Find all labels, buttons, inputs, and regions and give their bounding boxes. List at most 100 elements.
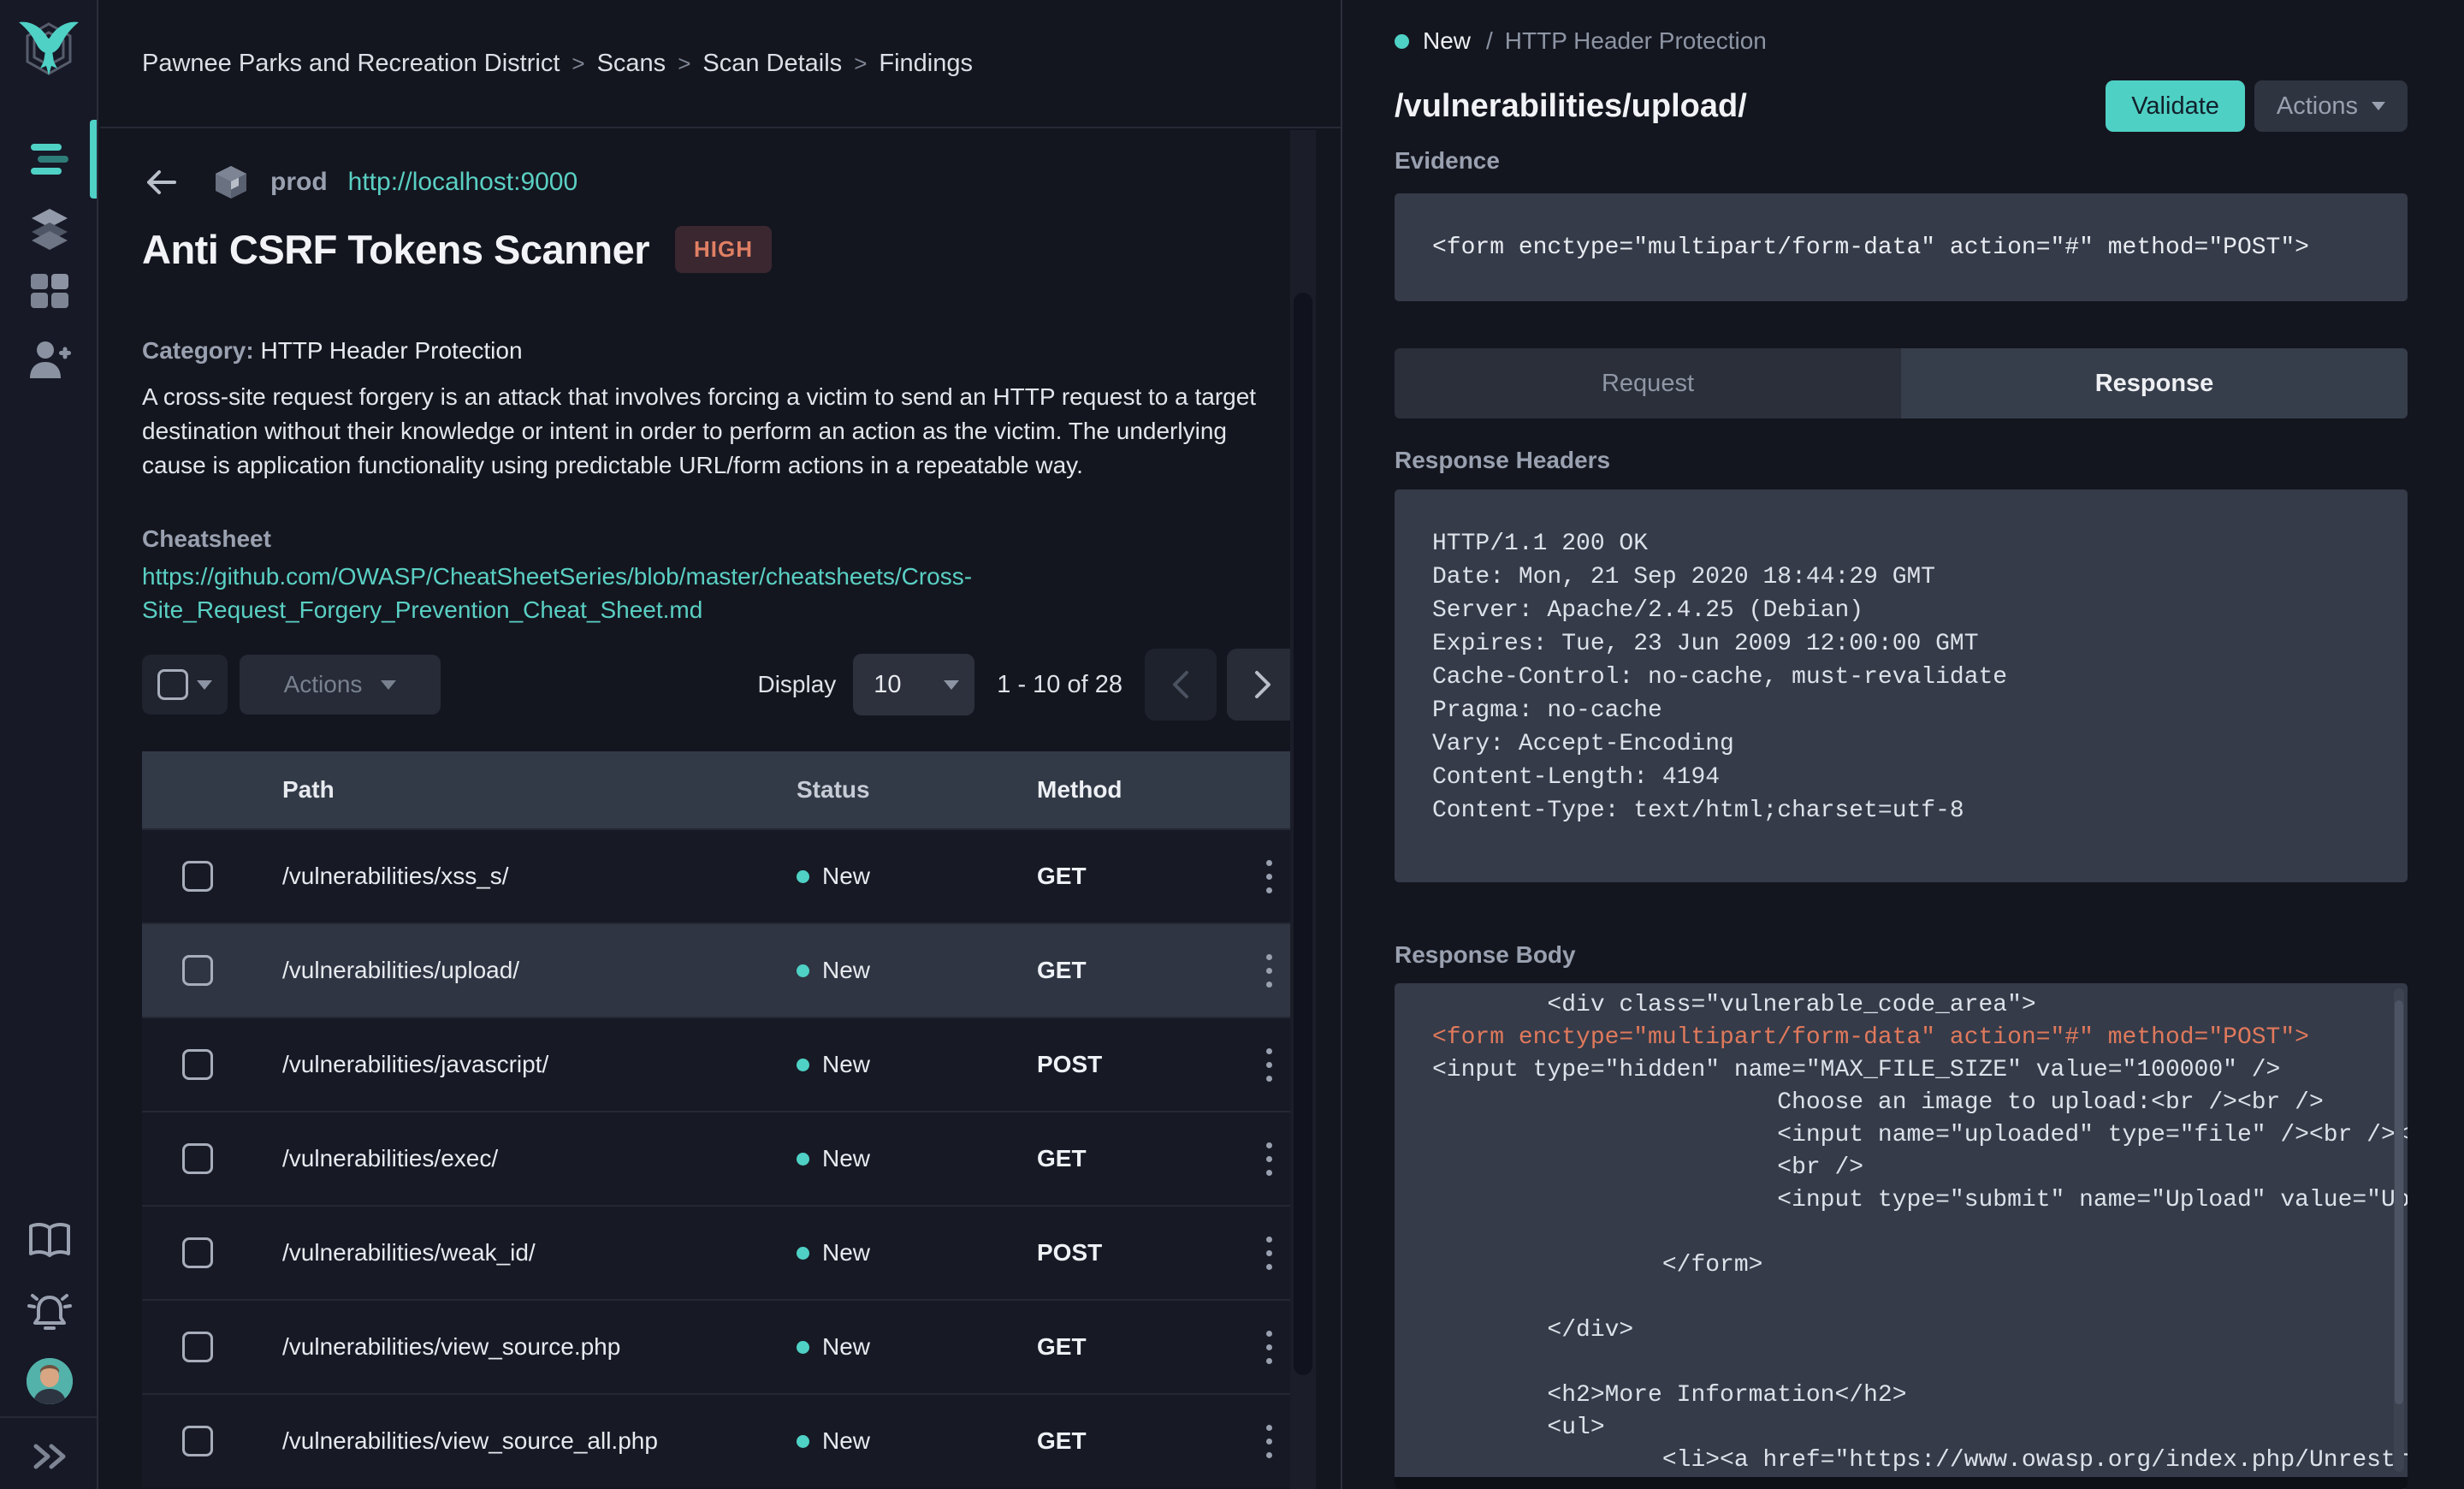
response-body-line: <li><a href="https://www.owasp.org/index… <box>1661 1447 2408 1474</box>
page-size-select[interactable]: 10 <box>853 654 975 715</box>
tab-response[interactable]: Response <box>1901 348 2408 418</box>
app-logo[interactable] <box>15 14 82 92</box>
previous-page-button[interactable] <box>1145 649 1217 721</box>
status-dot-icon <box>797 964 809 977</box>
row-checkbox[interactable] <box>182 1332 213 1362</box>
row-path: /vulnerabilities/xss_s/ <box>282 863 509 889</box>
response-headers-code: HTTP/1.1 200 OK Date: Mon, 21 Sep 2020 18… <box>1395 489 2408 882</box>
row-status-text: New <box>822 1145 871 1172</box>
breadcrumb-item[interactable]: Findings <box>879 50 973 78</box>
row-checkbox-cell <box>142 1426 253 1456</box>
chevron-down-icon <box>2372 102 2385 110</box>
table-row[interactable]: /vulnerabilities/weak_id/New POST <box>142 1205 1299 1299</box>
row-method: GET <box>1037 957 1087 983</box>
row-method: GET <box>1037 1145 1087 1172</box>
row-status: New <box>768 957 1008 984</box>
user-avatar[interactable] <box>0 1358 98 1404</box>
select-all-dropdown[interactable] <box>142 655 228 715</box>
row-checkbox-cell <box>142 1237 253 1268</box>
row-checkbox-cell <box>142 1143 253 1174</box>
detail-actions-button[interactable]: Actions <box>2254 80 2408 132</box>
arrow-left-icon <box>147 170 176 194</box>
row-checkbox[interactable] <box>182 1143 213 1174</box>
row-checkbox-cell <box>142 861 253 892</box>
cheatsheet-link[interactable]: https://github.com/OWASP/CheatSheetSerie… <box>142 560 1036 626</box>
cheatsheet-label: Cheatsheet <box>142 525 271 552</box>
detail-status-row: New / HTTP Header Protection <box>1395 27 2408 55</box>
row-checkbox-cell <box>142 955 253 986</box>
breadcrumb-separator: > <box>854 50 868 76</box>
panel-scrollbar-thumb[interactable] <box>1294 293 1312 1375</box>
row-path: /vulnerabilities/javascript/ <box>282 1051 549 1077</box>
detail-title-row: /vulnerabilities/upload/ Validate Action… <box>1395 80 2408 132</box>
findings-table-body: /vulnerabilities/xss_s/New GET/vulnerabil… <box>142 828 1299 1487</box>
row-path: /vulnerabilities/upload/ <box>282 957 520 983</box>
sidebar <box>0 0 98 1489</box>
chevron-left-icon <box>1173 671 1188 698</box>
pagination-range: 1 - 10 of 28 <box>997 670 1122 698</box>
app-root: Pawnee Parks and Recreation District > Sca… <box>0 0 2464 1489</box>
detail-path-title: /vulnerabilities/upload/ <box>1395 87 1747 124</box>
row-status-text: New <box>822 863 871 889</box>
next-page-button[interactable] <box>1227 649 1299 721</box>
column-header-method[interactable]: Method <box>1008 776 1239 804</box>
status-dot-icon <box>797 1152 809 1166</box>
response-header-line: Expires: Tue, 23 Jun 2009 12:00:00 GMT <box>1432 631 1979 657</box>
sidebar-item-users[interactable] <box>0 339 98 382</box>
row-checkbox[interactable] <box>182 1049 213 1080</box>
row-method: POST <box>1037 1239 1103 1266</box>
back-button[interactable] <box>142 165 180 199</box>
response-header-line: Date: Mon, 21 Sep 2020 18:44:29 GMT <box>1432 564 1936 590</box>
table-row[interactable]: /vulnerabilities/exec/New GET <box>142 1111 1299 1205</box>
row-checkbox[interactable] <box>182 955 213 986</box>
status-dot-icon <box>1395 33 1409 49</box>
target-row: prod http://localhost:9000 <box>142 164 1299 200</box>
column-header-path[interactable]: Path <box>253 776 768 804</box>
category-value: HTTP Header Protection <box>260 337 523 364</box>
grid-icon <box>30 274 68 308</box>
row-status: New <box>768 1333 1008 1361</box>
code-hscrollbar[interactable] <box>1395 1477 2408 1489</box>
tab-request[interactable]: Request <box>1395 348 1901 418</box>
severity-badge: HIGH <box>675 226 773 273</box>
table-row[interactable]: /vulnerabilities/javascript/New POST <box>142 1017 1299 1111</box>
phoenix-hexagon-logo-icon <box>18 21 79 75</box>
breadcrumb-item[interactable]: Pawnee Parks and Recreation District <box>142 50 560 78</box>
sidebar-item-scans[interactable] <box>0 204 98 250</box>
sidebar-item-findings[interactable] <box>0 137 98 181</box>
table-row[interactable]: /vulnerabilities/upload/New GET <box>142 922 1299 1017</box>
column-header-status[interactable]: Status <box>768 776 1008 804</box>
status-dot-icon <box>797 1434 809 1448</box>
sidebar-item-docs[interactable] <box>0 1221 98 1259</box>
response-body-line: <input type="submit" name="Upload" value… <box>1777 1187 2408 1213</box>
row-checkbox[interactable] <box>182 861 213 892</box>
chevron-down-icon <box>197 679 212 690</box>
row-method: GET <box>1037 1427 1087 1454</box>
code-scrollbar-thumb[interactable] <box>2395 1000 2403 1404</box>
target-url-link[interactable]: http://localhost:9000 <box>348 168 578 197</box>
findings-panel: Pawnee Parks and Recreation District > Sca… <box>100 0 1341 1489</box>
bulk-actions-button[interactable]: Actions <box>240 655 441 715</box>
breadcrumb-item[interactable]: Scans <box>597 50 666 78</box>
row-checkbox-cell <box>142 1332 253 1362</box>
row-checkbox[interactable] <box>182 1426 213 1456</box>
validate-button[interactable]: Validate <box>2106 80 2245 132</box>
finding-detail-panel: New / HTTP Header Protection /vulnerabil… <box>1341 0 2464 1489</box>
detail-buttons: Validate Actions <box>2106 80 2408 132</box>
sidebar-item-notifications[interactable] <box>0 1289 98 1333</box>
row-checkbox[interactable] <box>182 1237 213 1268</box>
top-bar: Pawnee Parks and Recreation District > Sca… <box>100 0 1341 128</box>
row-checkbox-cell <box>142 1049 253 1080</box>
table-row[interactable]: /vulnerabilities/view_source_all.php New G… <box>142 1393 1299 1487</box>
breadcrumb-item[interactable]: Scan Details <box>702 50 842 78</box>
evidence-code: <form enctype="multipart/form-data" acti… <box>1432 234 2309 261</box>
table-row[interactable]: /vulnerabilities/xss_s/New GET <box>142 828 1299 922</box>
response-body-line: <form enctype="multipart/form-data" acti… <box>1432 1024 2309 1051</box>
select-all-checkbox[interactable] <box>157 669 188 700</box>
sidebar-collapse-button[interactable] <box>0 1438 98 1475</box>
findings-toolbar: Actions Display 10 1 - 10 of 28 <box>142 649 1299 721</box>
table-row[interactable]: /vulnerabilities/view_source.php New GET <box>142 1299 1299 1393</box>
sidebar-item-dashboard[interactable] <box>0 272 98 310</box>
response-body-line: <input type="hidden" name="MAX_FILE_SIZE… <box>1432 1057 2281 1083</box>
row-status: New <box>768 1427 1008 1455</box>
